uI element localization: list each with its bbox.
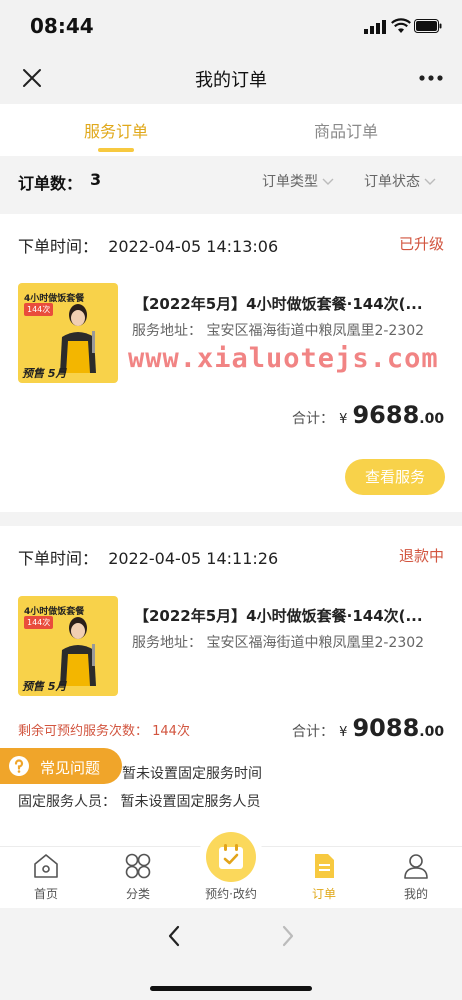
order-status-filter[interactable]: 订单状态 [364,171,436,191]
view-service-button[interactable]: 查看服务 [345,459,445,495]
page-title: 我的订单 [195,70,267,91]
wifi-icon [391,18,411,33]
back-icon[interactable] [166,924,182,948]
thumbnail-badge: 144次 [24,616,54,629]
order-count-label: 订单数： [18,174,83,193]
order-time: 下单时间： 2022-04-05 14:13:06 [18,233,278,257]
currency-symbol: ¥ [339,725,348,740]
product-name[interactable]: 【2022年5月】4小时做饭套餐·144次(... [134,605,423,626]
order-time-label: 下单时间： [18,549,99,568]
total-label: 合计： [292,724,334,740]
remaining-appointments: 剩余可预约服务次数： 144次 [18,724,190,739]
tab-product-orders[interactable]: 商品订单 [300,118,392,142]
tab-active-indicator [98,148,134,152]
thumbnail-bottom-label: 预售 5月 [22,680,67,693]
order-icon [315,854,334,878]
status-time: 08:44 [30,14,94,38]
thumbnail-bottom-label: 预售 5月 [22,367,67,380]
order-time-value: 2022-04-05 14:13:06 [108,237,279,256]
order-count-value: 3 [90,170,102,189]
order-total: 合计： ¥ 9088.00 [292,714,444,742]
tab-profile-label: 我的 [403,887,428,901]
fixed-service-time: 暂未设置固定服务时间 [122,766,262,782]
category-icon [125,853,151,879]
calendar-check-icon [219,844,243,869]
tab-appointment-label: 预约·改约 [205,887,257,901]
currency-symbol: ¥ [339,412,348,427]
service-address: 服务地址： 宝安区福海街道中粮凤凰里2-2302 [132,635,425,651]
fixed-service-staff: 固定服务人员： 暂未设置固定服务人员 [18,794,261,810]
chef-illustration [60,304,96,373]
chevron-down-icon [322,178,334,185]
faq-label: 常见问题 [40,759,101,777]
product-thumbnail[interactable]: 4小时做饭套餐 144次 预售 5月 [18,596,118,696]
question-icon [9,756,29,776]
tab-home-label: 首页 [33,887,58,901]
thumbnail-badge: 144次 [24,303,54,316]
profile-icon [404,854,428,879]
forward-icon[interactable] [280,924,296,948]
service-address: 服务地址： 宝安区福海街道中粮凤凰里2-2302 [132,323,425,339]
more-icon[interactable] [418,68,444,88]
order-type-filter[interactable]: 订单类型 [262,171,334,191]
chef-illustration [60,617,96,686]
order-total: 合计： ¥ 9688.00 [292,401,444,429]
order-time: 下单时间： 2022-04-05 14:11:26 [18,545,278,569]
tab-category-label: 分类 [125,887,150,901]
watermark: www.xialuotejs.com [128,343,439,374]
tab-service-orders[interactable]: 服务订单 [70,118,162,142]
price-decimal: .00 [419,724,445,740]
order-status: 退款中 [398,547,444,565]
order-status-filter-label: 订单状态 [364,174,420,190]
order-status: 已升级 [398,235,444,253]
order-time-value: 2022-04-05 14:11:26 [108,549,279,568]
chevron-down-icon [424,178,436,185]
home-icon [34,854,58,878]
price-decimal: .00 [419,411,445,427]
tab-orders-label: 订单 [311,887,336,901]
home-indicator [150,986,312,991]
order-type-filter-label: 订单类型 [262,174,318,190]
battery-icon [414,19,442,33]
product-name[interactable]: 【2022年5月】4小时做饭套餐·144次(... [134,293,423,314]
product-thumbnail[interactable]: 4小时做饭套餐 144次 预售 5月 [18,283,118,383]
price-integer: 9688 [352,401,420,429]
price-integer: 9088 [352,714,420,742]
total-label: 合计： [292,411,334,427]
signal-icon [364,20,386,34]
order-time-label: 下单时间： [18,237,99,256]
